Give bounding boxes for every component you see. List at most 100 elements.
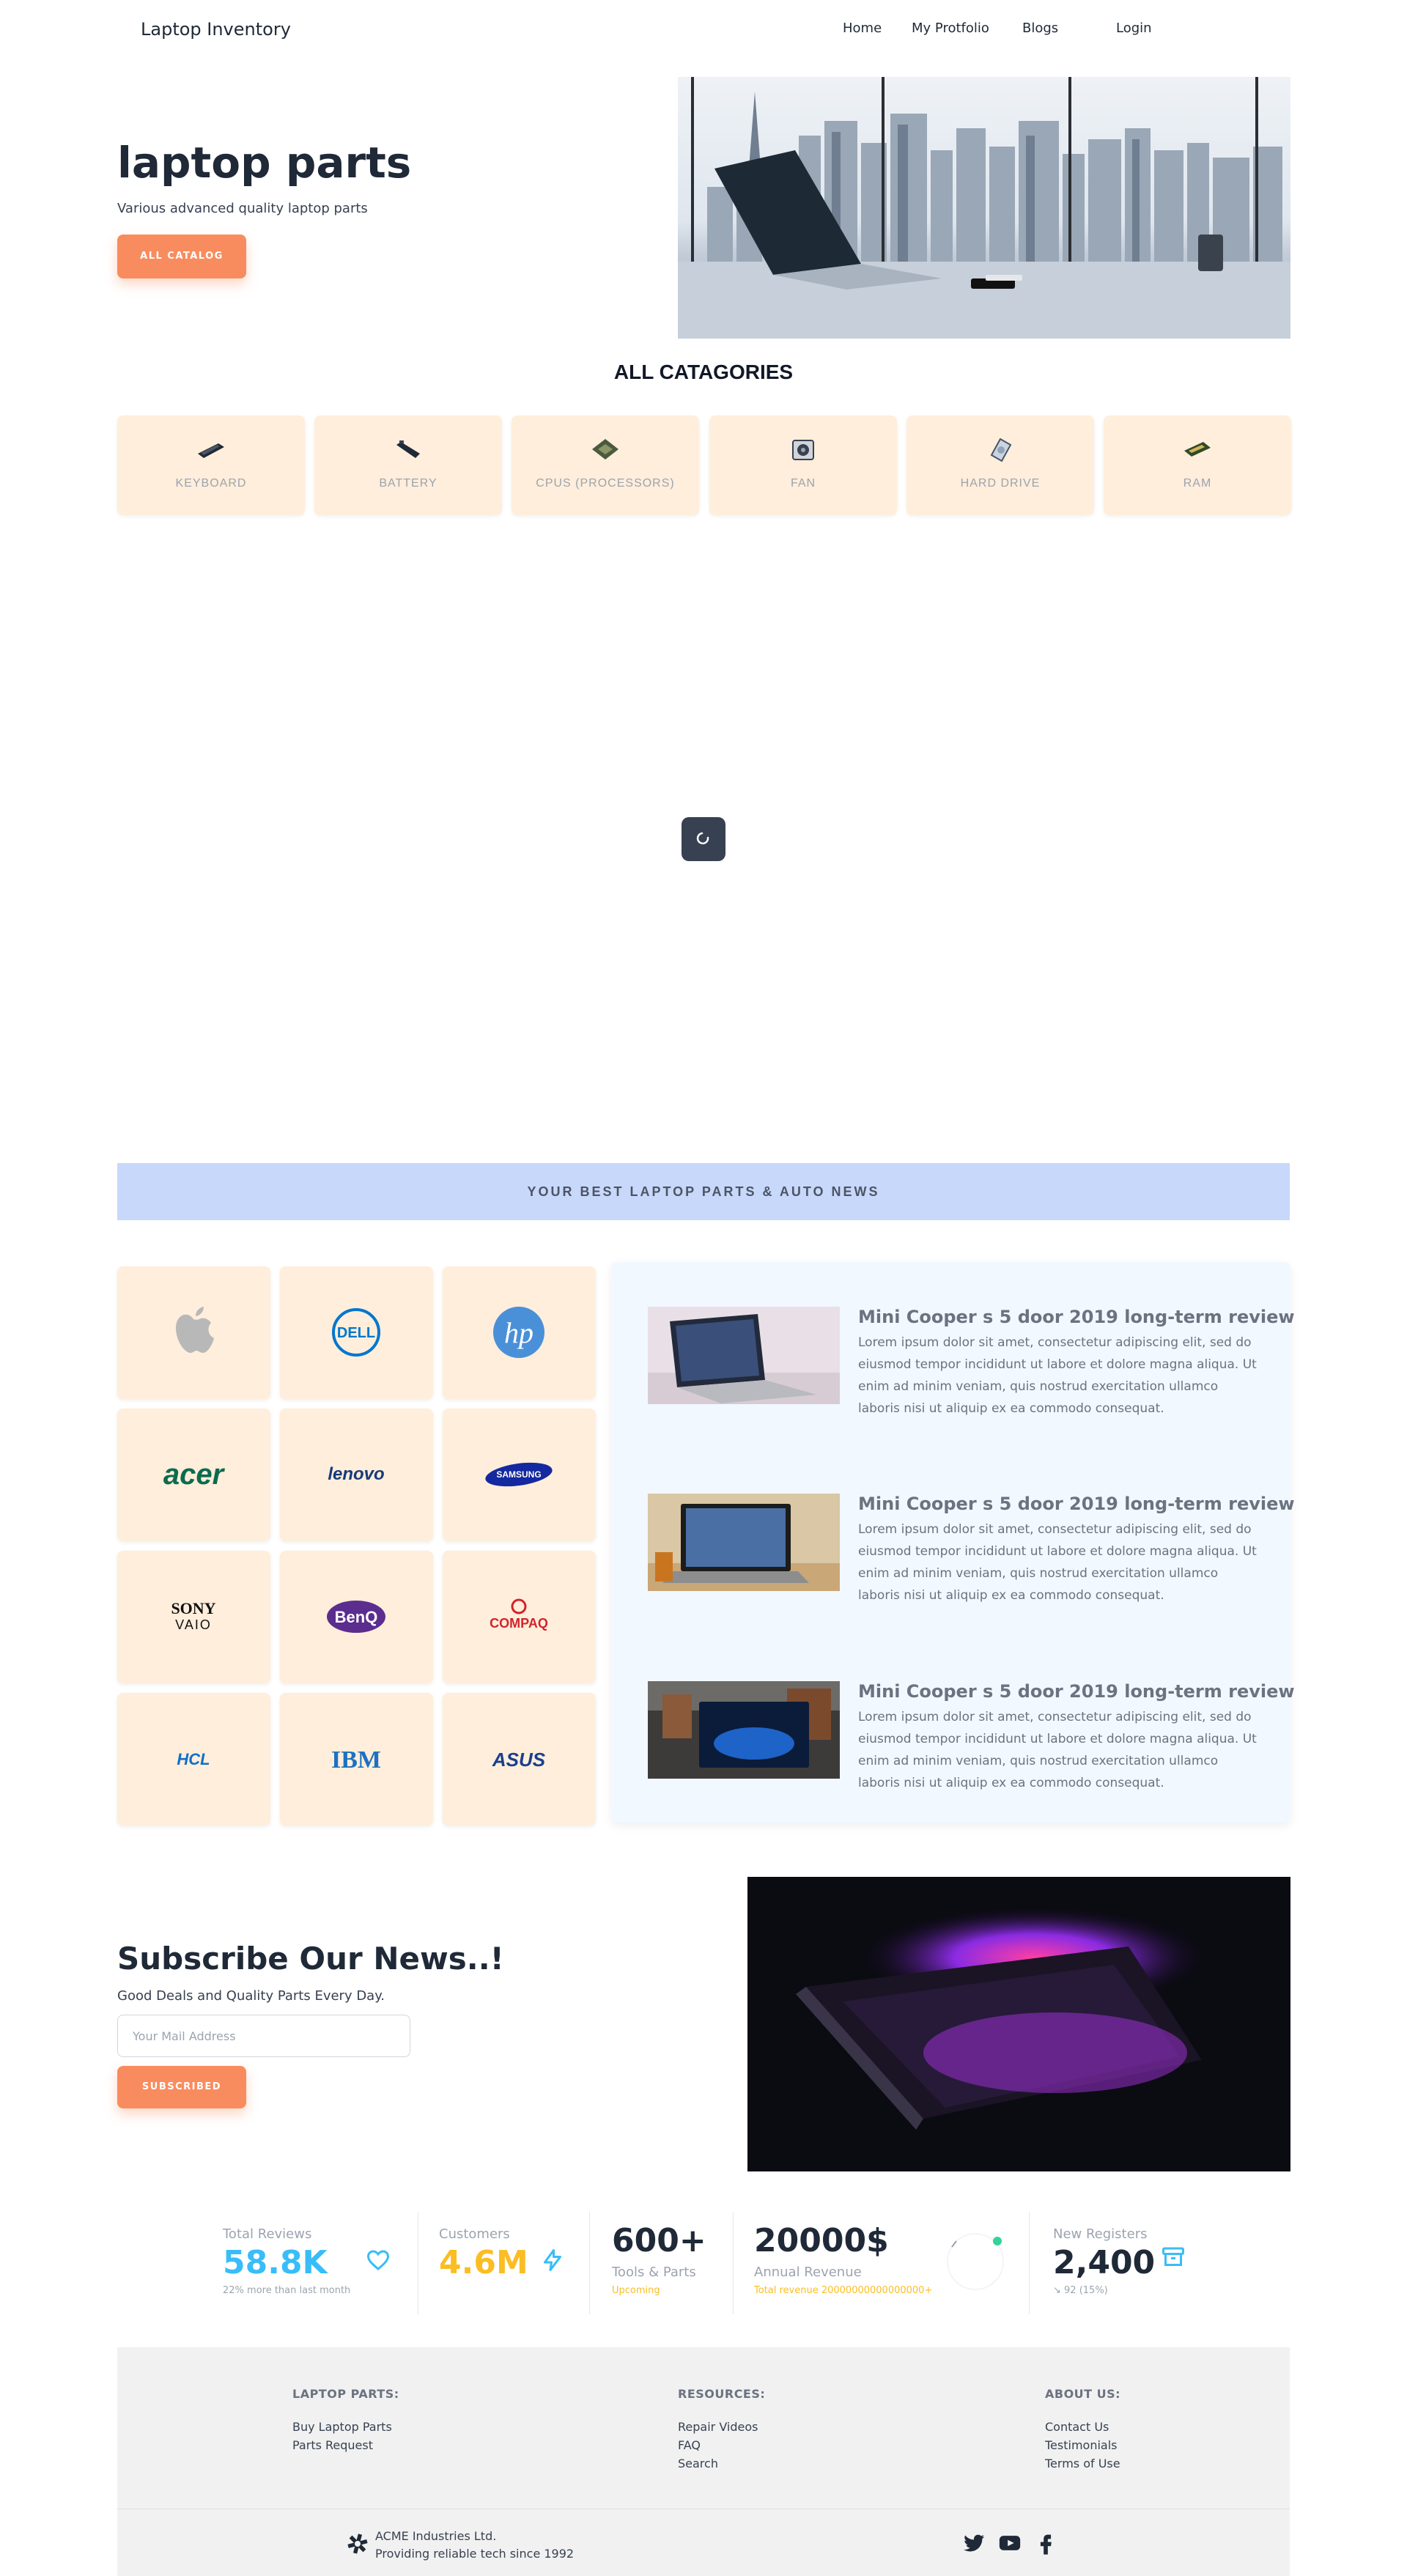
stat-title: New Registers [1053,2226,1148,2242]
footer-link-contact[interactable]: Contact Us [1045,2420,1109,2434]
nav-blogs[interactable]: Blogs [1022,21,1058,36]
spinner-icon [696,832,709,845]
brand-dell[interactable]: DELL [280,1266,433,1399]
category-card-ram[interactable]: RAM [1104,416,1291,515]
svg-text:COMPAQ: COMPAQ [490,1616,548,1631]
svg-text:SAMSUNG: SAMSUNG [496,1469,541,1480]
category-label: RAM [1183,477,1212,490]
category-card-cpu[interactable]: CPUS (PROCESSORS) [512,416,699,515]
heart-icon [366,2250,390,2270]
news-item[interactable]: Mini Cooper s 5 door 2019 long-term revi… [648,1307,1295,1416]
navbar: Laptop Inventory Home My Protfolio Blogs… [117,0,1290,62]
stat-title: Total Reviews [223,2226,312,2242]
hero-subtitle: Various advanced quality laptop parts [117,201,368,216]
subscribe-image [747,1877,1290,2171]
brand-hcl[interactable]: HCL [117,1693,270,1826]
brand-link[interactable]: Laptop Inventory [141,19,291,40]
svg-text:lenovo: lenovo [328,1464,384,1484]
subscribe-subtitle: Good Deals and Quality Parts Every Day. [117,1988,385,2004]
brand-asus[interactable]: ASUS [443,1693,596,1826]
footer-link-terms[interactable]: Terms of Use [1045,2457,1120,2470]
category-card-keyboard[interactable]: KEYBOARD [117,416,305,515]
battery-icon [396,440,420,458]
cpu-icon [592,439,618,460]
dark-laptop-photo-icon [796,1906,1209,2130]
hcl-logo-icon: HCL [177,1750,210,1768]
nav-portfolio[interactable]: My Protfolio [912,21,989,36]
footer-heading-about-us: ABOUT US: [1045,2387,1121,2401]
news-title[interactable]: Mini Cooper s 5 door 2019 long-term revi… [858,1681,1295,1702]
news-thumbnail [648,1494,840,1591]
stat-title: Customers [439,2226,510,2242]
brand-apple[interactable] [117,1266,270,1399]
footer-link-buy-parts[interactable]: Buy Laptop Parts [292,2420,392,2434]
nav-login[interactable]: Login [1116,21,1152,36]
categories-title: ALL CATAGORIES [613,361,794,383]
footer-link-repair-videos[interactable]: Repair Videos [678,2420,758,2434]
footer-link-faq[interactable]: FAQ [678,2438,701,2452]
footer-heading-resources: RESOURCES: [678,2387,766,2401]
laptop-photo-icon [648,1494,840,1591]
brand-samsung[interactable]: SAMSUNG [443,1409,596,1541]
category-card-hard-drive[interactable]: HARD DRIVE [906,416,1094,515]
laptop-photo-icon [648,1681,840,1779]
news-banner: YOUR BEST LAPTOP PARTS & AUTO NEWS [117,1163,1290,1220]
avatar-icon [947,2233,1004,2290]
stat-new-registers: New Registers 2,400 ↘ 92 (15%) [1030,2212,1213,2314]
svg-text:SONY: SONY [171,1599,215,1617]
all-catalog-button[interactable]: ALL CATALOG [117,235,246,278]
category-card-battery[interactable]: BATTERY [314,416,502,515]
subscribe-button[interactable]: SUBSCRIBED [117,2066,246,2108]
news-body: Lorem ipsum dolor sit amet, consectetur … [858,1710,1257,1790]
benq-logo-icon: BenQ [327,1601,385,1633]
svg-text:hp: hp [504,1316,533,1349]
svg-text:ASUS: ASUS [492,1749,546,1771]
brand-benq[interactable]: BenQ [280,1551,433,1683]
hp-logo-icon: hp [493,1307,544,1358]
stat-customers: Customers 4.6M [418,2212,588,2314]
hero-image [678,77,1290,339]
dell-logo-icon: DELL [332,1308,380,1357]
brand-sony[interactable]: SONY VAIO [117,1551,270,1683]
category-label: CPUS (PROCESSORS) [536,477,675,490]
nav-home[interactable]: Home [843,21,882,36]
acer-logo-icon: acer [163,1458,226,1491]
news-item[interactable]: Mini Cooper s 5 door 2019 long-term revi… [648,1681,1295,1790]
company-tagline: Providing reliable tech since 1992 [375,2547,575,2561]
news-body: Lorem ipsum dolor sit amet, consectetur … [858,1522,1257,1603]
footer-link-testimonials[interactable]: Testimonials [1045,2438,1118,2452]
archive-icon [1162,2247,1184,2266]
twitter-icon[interactable] [961,2531,986,2555]
news-body: Lorem ipsum dolor sit amet, consectetur … [858,1335,1257,1416]
footer-link-search[interactable]: Search [678,2457,718,2470]
stat-desc: Upcoming [612,2285,660,2296]
asus-logo-icon: ASUS [492,1749,546,1771]
svg-text:BenQ: BenQ [335,1608,378,1626]
svg-text:VAIO: VAIO [175,1617,212,1632]
brand-compaq[interactable]: COMPAQ [443,1551,596,1683]
keyboard-icon [198,443,224,458]
brand-acer[interactable]: acer [117,1409,270,1541]
stat-value: 58.8K [223,2244,328,2281]
svg-text:DELL: DELL [337,1325,375,1341]
news-title[interactable]: Mini Cooper s 5 door 2019 long-term revi… [858,1494,1295,1514]
brand-lenovo[interactable]: lenovo [280,1409,433,1541]
stat-value: 2,400 [1053,2244,1156,2281]
category-label: FAN [790,477,816,490]
facebook-icon[interactable] [1033,2531,1058,2555]
footer-link-parts-request[interactable]: Parts Request [292,2438,373,2452]
laptop-photo-icon [648,1307,840,1404]
stat-value: 4.6M [439,2244,528,2281]
youtube-icon[interactable] [997,2531,1022,2555]
news-title[interactable]: Mini Cooper s 5 door 2019 long-term revi… [858,1307,1295,1327]
ram-icon [1184,442,1211,457]
loading-spinner [682,817,725,861]
stat-desc: 22% more than last month [223,2285,351,2296]
email-input[interactable] [117,2015,410,2057]
brand-ibm[interactable]: IBM [280,1693,433,1826]
news-item[interactable]: Mini Cooper s 5 door 2019 long-term revi… [648,1494,1295,1603]
hero-title: laptop parts [117,138,412,188]
stat-desc: ↘ 92 (15%) [1053,2285,1108,2296]
brand-hp[interactable]: hp [443,1266,596,1399]
category-card-fan[interactable]: FAN [709,416,897,515]
